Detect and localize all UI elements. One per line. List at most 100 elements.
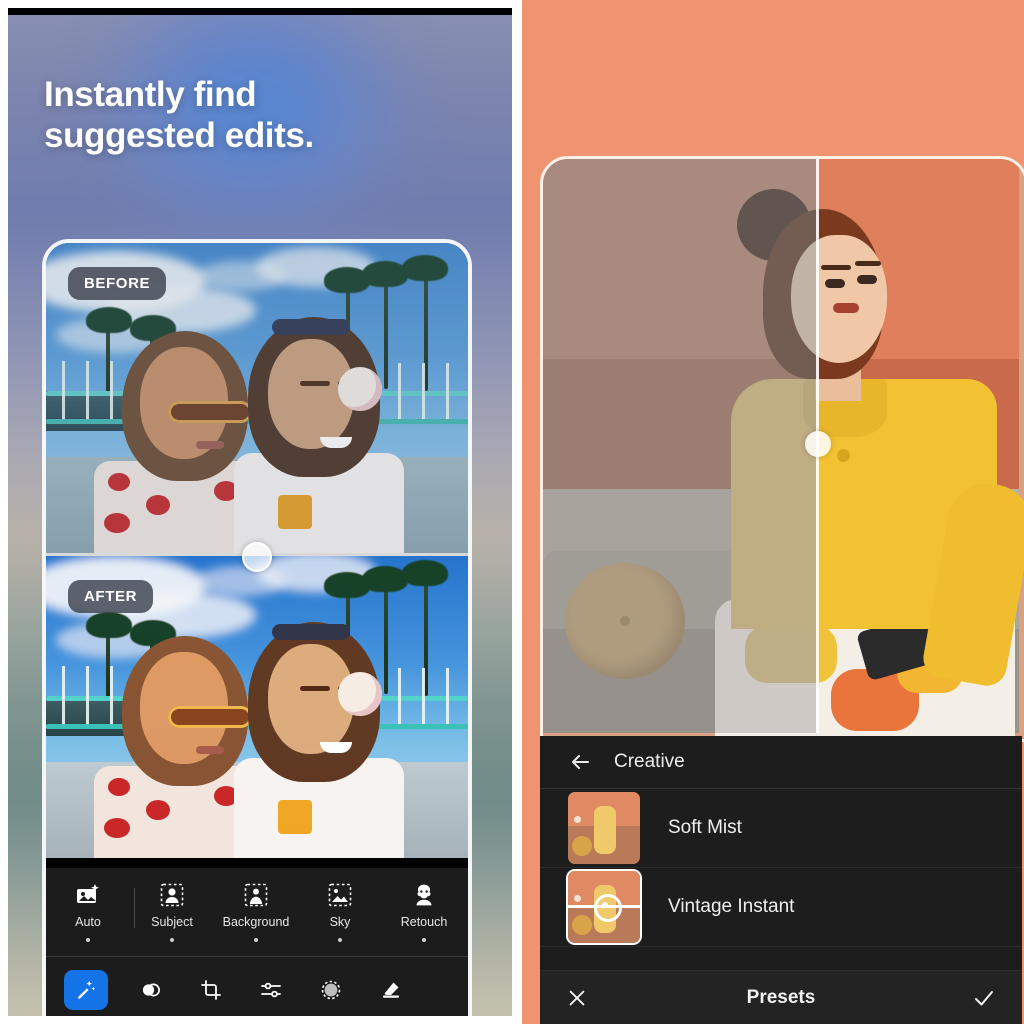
tool-healing-eraser[interactable] bbox=[374, 973, 408, 1007]
auto-enhance-icon bbox=[75, 882, 101, 908]
model-photo bbox=[543, 159, 1024, 739]
crop-rotate-icon bbox=[199, 978, 223, 1002]
phone-screen: BEFORE AFTER Auto Subject Background Sky… bbox=[46, 243, 468, 1016]
suggestion-dot bbox=[254, 938, 258, 942]
suggestion-background[interactable]: Background bbox=[214, 874, 298, 942]
headline-line-2: suggested edits. bbox=[44, 116, 314, 156]
arrow-left-icon[interactable] bbox=[568, 750, 592, 774]
suggestion-retouch[interactable]: Retouch bbox=[382, 874, 466, 942]
palm-fronds bbox=[402, 255, 448, 281]
pattern bbox=[146, 495, 170, 515]
railing-post bbox=[110, 361, 113, 419]
page-title: Instantly find suggested edits. bbox=[44, 74, 464, 157]
sunglasses-on-head bbox=[272, 624, 350, 640]
railing-post bbox=[446, 363, 449, 419]
suggestion-subject[interactable]: Subject bbox=[130, 874, 214, 942]
tool-crop-rotate[interactable] bbox=[194, 973, 228, 1007]
railing-post bbox=[422, 668, 425, 724]
background-select-icon bbox=[243, 882, 269, 908]
preset-amount-slider[interactable] bbox=[568, 894, 640, 922]
tool-presets-contrast[interactable] bbox=[134, 973, 168, 1007]
tool-magic-wand[interactable] bbox=[64, 970, 108, 1010]
suggestion-dot bbox=[422, 938, 426, 942]
tool-adjust-sliders[interactable] bbox=[254, 973, 288, 1007]
thumb-pillow bbox=[572, 836, 592, 856]
presets-contrast-icon bbox=[139, 978, 163, 1002]
suggestion-label: Subject bbox=[151, 915, 193, 929]
suggestion-auto[interactable]: Auto bbox=[46, 874, 130, 942]
suggestion-sky[interactable]: Sky bbox=[298, 874, 382, 942]
list-item[interactable]: Vintage Instant bbox=[540, 868, 1022, 947]
before-after-drag-handle[interactable] bbox=[805, 431, 831, 457]
thumb-highlight bbox=[574, 816, 581, 823]
face bbox=[140, 347, 252, 459]
editor-tool-row bbox=[46, 964, 468, 1016]
suggestion-label: Auto bbox=[75, 915, 101, 929]
healing-eraser-icon bbox=[379, 978, 403, 1002]
hair-flower bbox=[338, 367, 382, 411]
suggestion-dot bbox=[86, 938, 90, 942]
presets-sheet: Creative Soft Mist Vintage Instant Prese… bbox=[540, 736, 1022, 1024]
top-status-bar bbox=[8, 8, 512, 15]
eyebrow bbox=[300, 686, 330, 691]
cloud bbox=[196, 261, 286, 291]
tool-selective-mask[interactable] bbox=[314, 973, 348, 1007]
editor-toolbar-panel: Auto Subject Background Sky Retouch bbox=[46, 868, 468, 1016]
eyebrow bbox=[855, 261, 881, 266]
railing-post bbox=[398, 668, 401, 724]
eye bbox=[857, 275, 877, 284]
adjust-sliders-icon bbox=[259, 978, 283, 1002]
sunglasses-on-head bbox=[272, 319, 350, 335]
photo-canvas[interactable] bbox=[540, 156, 1024, 742]
pattern bbox=[104, 818, 130, 838]
mouth bbox=[196, 746, 224, 754]
sheet-footer: Presets bbox=[540, 970, 1022, 1024]
suggestion-label: Sky bbox=[329, 915, 351, 929]
preset-label: Vintage Instant bbox=[668, 896, 795, 917]
palm-fronds bbox=[362, 566, 408, 592]
pattern bbox=[146, 800, 170, 820]
sweatshirt-logo bbox=[278, 495, 312, 529]
railing-post bbox=[62, 361, 65, 419]
slider-knob[interactable] bbox=[594, 894, 622, 922]
retouch-face-icon bbox=[411, 882, 437, 908]
person-right bbox=[234, 618, 404, 858]
person-right bbox=[234, 313, 404, 553]
selective-mask-icon bbox=[319, 978, 343, 1002]
magic-wand-icon bbox=[75, 979, 97, 1001]
railing-post bbox=[110, 666, 113, 724]
footer-title: Presets bbox=[746, 986, 816, 1008]
mouth bbox=[196, 441, 224, 449]
screenshot-root: Instantly find suggested edits. BEFORE A… bbox=[0, 0, 1024, 1024]
suggestion-label: Background bbox=[222, 915, 290, 929]
sweater-button bbox=[837, 449, 850, 462]
left-promo-panel: Instantly find suggested edits. BEFORE A… bbox=[0, 0, 512, 1024]
pattern bbox=[104, 513, 130, 533]
eye bbox=[825, 279, 845, 288]
sky-select-icon bbox=[327, 882, 353, 908]
sheet-title: Creative bbox=[614, 751, 685, 772]
railing-post bbox=[422, 363, 425, 419]
preset-thumbnail[interactable] bbox=[568, 792, 640, 864]
face bbox=[140, 652, 252, 764]
sheet-header: Creative bbox=[540, 736, 1022, 789]
suggested-edits-row: Auto Subject Background Sky Retouch bbox=[46, 874, 468, 952]
toolbar-separator bbox=[46, 956, 468, 957]
railing-post bbox=[446, 668, 449, 724]
eyebrow bbox=[821, 265, 851, 270]
palm-fronds bbox=[402, 560, 448, 586]
headline-line-1: Instantly find bbox=[44, 75, 257, 114]
before-image[interactable]: BEFORE bbox=[46, 243, 468, 553]
lips bbox=[833, 303, 859, 313]
thumb-figure bbox=[594, 806, 616, 854]
pattern bbox=[108, 778, 130, 796]
railing-post bbox=[398, 363, 401, 419]
sunglasses bbox=[168, 401, 252, 423]
preset-label: Soft Mist bbox=[668, 817, 742, 838]
list-item[interactable]: Soft Mist bbox=[540, 789, 1022, 868]
pattern bbox=[108, 473, 130, 491]
after-image[interactable]: AFTER bbox=[46, 556, 468, 859]
preset-thumbnail-selected[interactable] bbox=[568, 871, 640, 943]
before-after-drag-handle[interactable] bbox=[242, 542, 272, 572]
suggestion-label: Retouch bbox=[400, 915, 448, 929]
